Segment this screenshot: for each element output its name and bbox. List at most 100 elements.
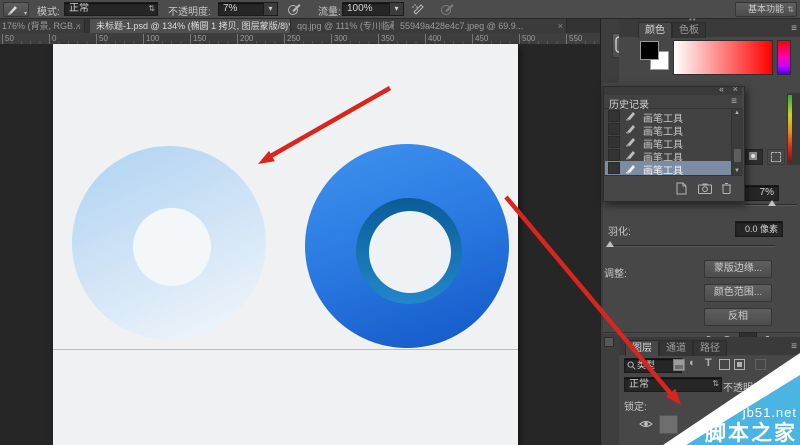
new-snapshot-icon[interactable]	[698, 183, 712, 194]
hue-slider[interactable]	[777, 40, 791, 75]
tab-paths[interactable]: 路径	[693, 340, 727, 356]
options-bar: ▾ 模式: 正常 ⇅ 不透明度: 7% ▾ 流量: 100% ▾ 基本功能 ⇅	[0, 0, 800, 19]
brush-icon	[625, 149, 637, 160]
tab-channels-label: 通道	[666, 343, 686, 354]
document-tab-2[interactable]: 未标题-1.psd @ 134% (椭圆 1 拷贝, 图层蒙版/8)* ×	[90, 19, 291, 33]
workspace-button[interactable]: 基本功能 ⇅	[735, 2, 797, 17]
new-document-from-state-icon[interactable]	[674, 182, 687, 195]
history-step[interactable]: 画笔工具	[605, 135, 731, 148]
ruler-tick: 50	[96, 34, 108, 44]
document-tab-4[interactable]: 55949a428e4c7.jpeg @ 69.9... ×	[394, 19, 567, 33]
history-panel: « × 历史记录 ≡ 画笔工具 画笔工具	[603, 86, 745, 202]
brush-icon	[625, 136, 637, 147]
ruler-tick: 50	[2, 34, 14, 44]
guide-line[interactable]	[53, 349, 518, 350]
ruler-tick: 100	[143, 34, 159, 44]
filter-shape-layers-icon[interactable]	[719, 359, 730, 370]
brush-icon	[625, 123, 637, 134]
blend-mode-value: 正常	[629, 379, 649, 390]
layer-visibility-eye-icon[interactable]	[639, 418, 653, 430]
close-tab-icon[interactable]: ×	[282, 19, 287, 33]
tab-swatches[interactable]: 色板	[672, 22, 706, 38]
filter-smart-objects-icon[interactable]	[734, 359, 745, 370]
document-tab-3[interactable]: qq.jpg @ 111% (专川临摹 R... ×	[291, 19, 398, 33]
history-source-checkbox[interactable]	[608, 162, 620, 174]
tab-channels[interactable]: 通道	[659, 340, 693, 356]
panel-group-header: 图层 通道 路径 ≡	[619, 337, 800, 355]
document-canvas[interactable]	[53, 44, 518, 445]
opacity-dropdown-button[interactable]: ▾	[263, 2, 278, 16]
history-step-selected[interactable]: 画笔工具	[605, 161, 731, 175]
collapse-panel-icon[interactable]: «	[719, 84, 724, 94]
history-source-checkbox[interactable]	[608, 136, 620, 148]
feather-value-field[interactable]: 0.0 像素	[735, 221, 783, 237]
history-scrollbar[interactable]: ▲ ▼	[731, 109, 743, 175]
preset-arrow-icon: ▾	[24, 10, 27, 17]
tool-preset-button[interactable]: ▾	[3, 2, 29, 17]
mode-select[interactable]: 正常 ⇅	[64, 2, 158, 16]
filter-toggle-icon[interactable]	[755, 359, 766, 370]
document-tab-bar: 176% (背景, RGB... × 未标题-1.psd @ 134% (椭圆 …	[0, 19, 604, 34]
blend-mode-select[interactable]: 正常 ⇅	[624, 377, 722, 392]
feather-slider-thumb[interactable]	[606, 241, 614, 247]
invert-label: 反相	[728, 311, 748, 322]
panel-menu-icon[interactable]: ≡	[791, 341, 797, 352]
faded-donut-hole	[133, 208, 211, 286]
layers-opacity-label: 不透明度:	[723, 379, 766, 394]
scroll-up-icon[interactable]: ▲	[734, 110, 740, 116]
color-range-button[interactable]: 颜色范围...	[704, 284, 772, 302]
airbrush-icon[interactable]	[410, 2, 426, 16]
panel-menu-icon[interactable]: ≡	[731, 96, 737, 107]
color-ramp-field[interactable]	[673, 40, 773, 75]
pressure-size-icon[interactable]	[440, 2, 455, 16]
hue-strip-sliver	[787, 93, 800, 165]
history-step[interactable]: 画笔工具	[605, 109, 731, 122]
history-source-checkbox[interactable]	[608, 110, 620, 122]
close-tab-icon[interactable]: ×	[558, 19, 563, 33]
mask-edge-button[interactable]: 蒙版边缘...	[704, 260, 772, 278]
canvas-pasteboard[interactable]	[0, 44, 604, 445]
flow-dropdown-button[interactable]: ▾	[389, 2, 404, 16]
foreground-color-swatch[interactable]	[640, 41, 659, 60]
invert-button[interactable]: 反相	[704, 308, 772, 326]
history-source-checkbox[interactable]	[608, 123, 620, 135]
collapsed-dock-mini-icon[interactable]	[604, 337, 614, 347]
history-header: 历史记录 ≡	[604, 95, 742, 109]
delete-state-icon[interactable]	[721, 182, 732, 194]
color-panel: •• 颜色 色板 ≡	[619, 19, 800, 87]
feather-label: 羽化:	[608, 223, 631, 238]
pixel-mask-button[interactable]	[745, 149, 763, 165]
filter-type-layers-icon[interactable]: T	[705, 357, 712, 369]
vector-mask-button[interactable]	[767, 149, 785, 165]
history-step[interactable]: 画笔工具	[605, 148, 731, 161]
layers-panel: 图层 通道 路径 ≡ 类型 ⇅ ◐ T	[619, 337, 800, 445]
flow-label: 流量:	[318, 3, 341, 18]
filter-adjustment-layers-icon[interactable]: ◐	[689, 357, 696, 369]
panel-dock: •• 颜色 色板 ≡	[600, 19, 800, 445]
document-tab-1[interactable]: 176% (背景, RGB... ×	[0, 19, 85, 33]
feather-slider-track[interactable]	[607, 245, 775, 246]
close-tab-icon[interactable]: ×	[76, 19, 81, 33]
layer-thumbnail[interactable]	[659, 415, 678, 434]
tab-layers[interactable]: 图层	[625, 340, 659, 356]
brush-tool-icon	[7, 3, 19, 15]
history-source-checkbox[interactable]	[608, 149, 620, 161]
feather-value: 0.0 像素	[745, 224, 778, 234]
history-footer	[604, 175, 742, 200]
history-step[interactable]: 画笔工具	[605, 122, 731, 135]
tab-color[interactable]: 颜色	[638, 22, 672, 38]
scrollbar-thumb[interactable]	[734, 149, 741, 162]
close-panel-icon[interactable]: ×	[733, 84, 738, 94]
scroll-down-icon[interactable]: ▼	[734, 168, 740, 174]
density-slider-thumb[interactable]	[768, 200, 776, 206]
tab-label: 未标题-1.psd @ 134% (椭圆 1 拷贝, 图层蒙版/8)*	[96, 21, 291, 31]
panel-menu-icon[interactable]: ≡	[791, 23, 797, 34]
workspace-label: 基本功能	[748, 4, 784, 14]
flow-input[interactable]: 100%	[342, 2, 396, 16]
mode-updown-icon: ⇅	[148, 3, 155, 15]
mode-value: 正常	[69, 3, 89, 14]
pressure-opacity-icon[interactable]	[287, 2, 302, 16]
tab-layers-label: 图层	[632, 343, 652, 354]
filter-pixel-layers-icon[interactable]	[673, 359, 685, 371]
density-value: 7%	[760, 187, 774, 198]
